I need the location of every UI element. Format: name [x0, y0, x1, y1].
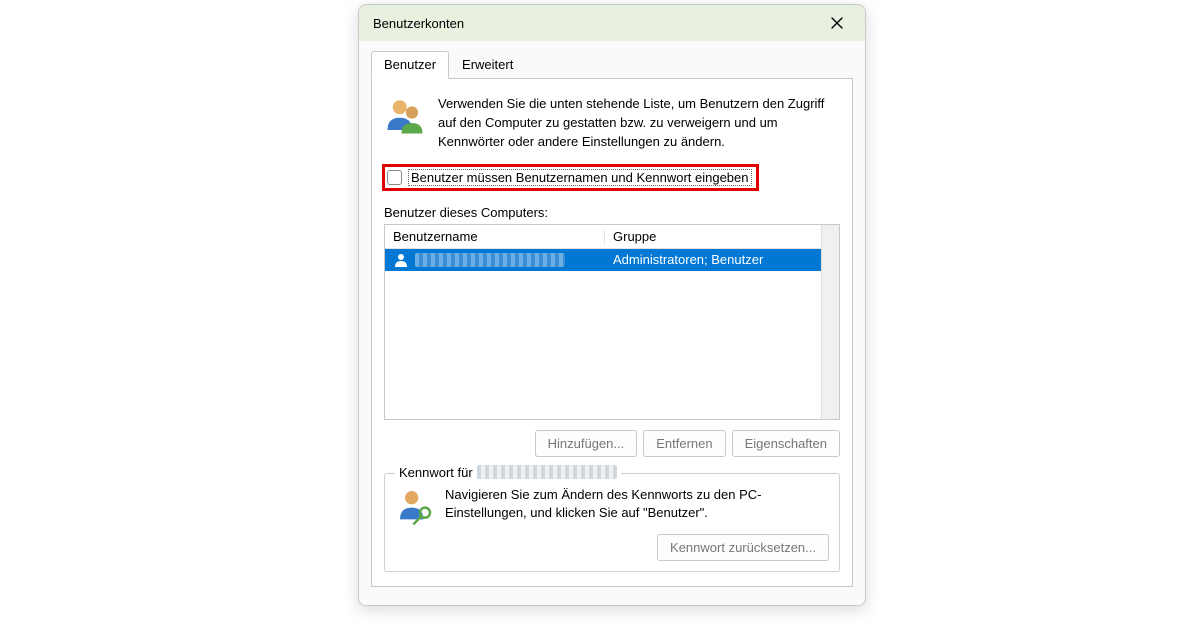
- properties-button[interactable]: Eigenschaften: [732, 430, 840, 457]
- dialog-body: Benutzer Erweitert Verwenden Sie die unt…: [359, 41, 865, 605]
- require-login-label[interactable]: Benutzer müssen Benutzernamen und Kennwo…: [408, 169, 752, 186]
- password-legend-prefix: Kennwort für: [399, 465, 473, 480]
- tab-panel-users: Verwenden Sie die unten stehende Liste, …: [371, 79, 853, 587]
- titlebar[interactable]: Benutzerkonten: [359, 5, 865, 41]
- reset-password-button[interactable]: Kennwort zurücksetzen...: [657, 534, 829, 561]
- add-button[interactable]: Hinzufügen...: [535, 430, 638, 457]
- tab-users[interactable]: Benutzer: [371, 51, 449, 79]
- require-login-row: Benutzer müssen Benutzernamen und Kennwo…: [382, 164, 759, 191]
- intro-row: Verwenden Sie die unten stehende Liste, …: [384, 95, 840, 152]
- tab-advanced[interactable]: Erweitert: [449, 51, 526, 79]
- require-login-checkbox[interactable]: [387, 170, 402, 185]
- user-accounts-dialog: Benutzerkonten Benutzer Erweitert Verwen…: [358, 4, 866, 606]
- window-title: Benutzerkonten: [373, 16, 464, 31]
- users-listbox[interactable]: Benutzername Gruppe Administratoren; Ben…: [384, 224, 840, 420]
- key-user-icon: [395, 486, 435, 526]
- users-list-header: Benutzername Gruppe: [385, 225, 821, 249]
- user-buttons: Hinzufügen... Entfernen Eigenschaften: [384, 430, 840, 457]
- scrollbar[interactable]: [821, 225, 839, 419]
- column-username[interactable]: Benutzername: [385, 229, 605, 244]
- user-row-group: Administratoren; Benutzer: [605, 252, 821, 267]
- tabstrip: Benutzer Erweitert: [371, 51, 853, 79]
- intro-text: Verwenden Sie die unten stehende Liste, …: [438, 95, 840, 152]
- users-icon: [384, 95, 426, 137]
- users-list-label: Benutzer dieses Computers:: [384, 205, 840, 220]
- user-icon: [393, 252, 409, 268]
- close-icon: [831, 17, 843, 29]
- password-text: Navigieren Sie zum Ändern des Kennworts …: [445, 486, 829, 524]
- password-fieldset: Kennwort für Navigieren Sie zum Ändern d…: [384, 473, 840, 572]
- password-legend-user: [477, 465, 617, 479]
- close-button[interactable]: [815, 8, 859, 38]
- password-legend: Kennwort für: [395, 465, 621, 480]
- user-row-username: [415, 253, 565, 267]
- user-row[interactable]: Administratoren; Benutzer: [385, 249, 821, 271]
- remove-button[interactable]: Entfernen: [643, 430, 725, 457]
- column-group[interactable]: Gruppe: [605, 229, 821, 244]
